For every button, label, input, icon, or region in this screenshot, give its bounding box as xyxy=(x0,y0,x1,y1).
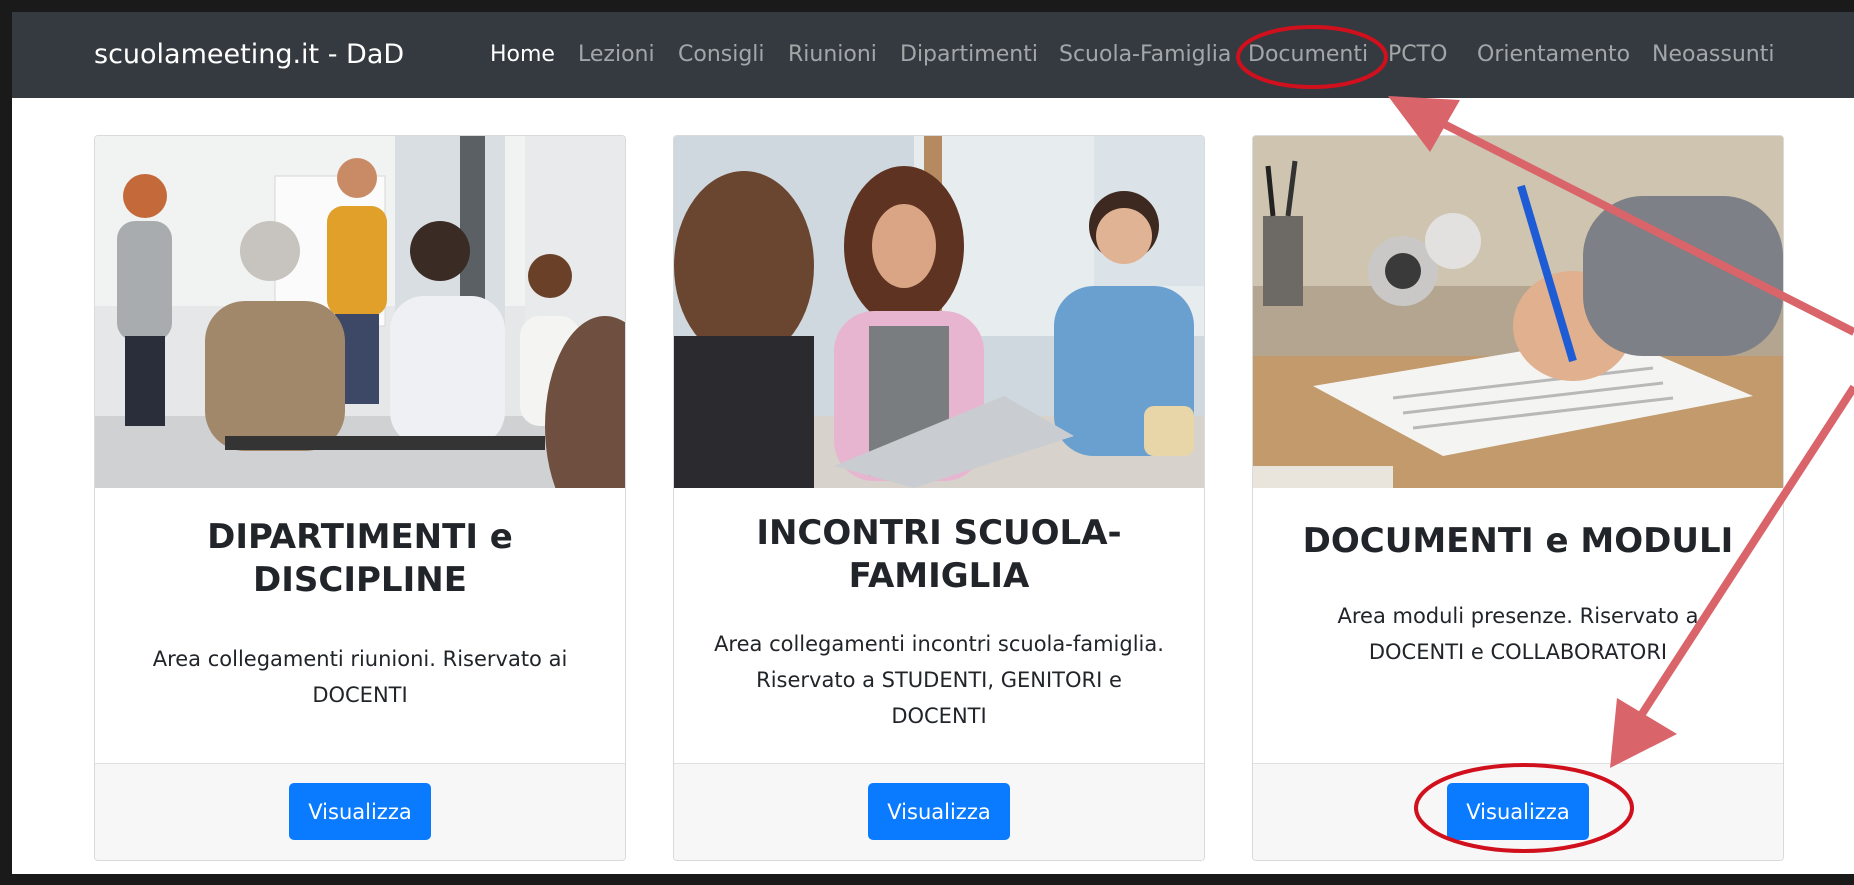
card-footer: Visualizza xyxy=(674,763,1204,860)
browser-page: scuolameeting.it - DaD Home Lezioni Cons… xyxy=(12,12,1854,874)
card-documenti: DOCUMENTI e MODULI Area moduli presenze.… xyxy=(1252,135,1784,861)
card-dipartimenti: DIPARTIMENTI e DISCIPLINE Area collegame… xyxy=(94,135,626,861)
nav-orientamento[interactable]: Orientamento xyxy=(1477,42,1630,68)
card-text: Area moduli presenze. Riservato a DOCENT… xyxy=(1337,604,1699,664)
nav-scuola-famiglia[interactable]: Scuola-Famiglia xyxy=(1059,42,1231,68)
nav-dipartimenti[interactable]: Dipartimenti xyxy=(900,42,1038,68)
nav-lezioni[interactable]: Lezioni xyxy=(578,42,655,68)
card-text: Area collegamenti incontri scuola-famigl… xyxy=(714,632,1164,728)
card-footer: Visualizza xyxy=(95,763,625,860)
site-brand[interactable]: scuolameeting.it - DaD xyxy=(94,40,404,70)
card-title: DIPARTIMENTI e DISCIPLINE xyxy=(207,517,513,600)
card-scuola-famiglia: INCONTRI SCUOLA- FAMIGLIA Area collegame… xyxy=(673,135,1205,861)
card-image-meeting xyxy=(95,136,625,488)
card-image-family xyxy=(674,136,1204,488)
nav-home[interactable]: Home xyxy=(490,42,555,68)
nav-pcto[interactable]: PCTO xyxy=(1388,42,1447,68)
card-image-documents xyxy=(1253,136,1783,488)
visualizza-button[interactable]: Visualizza xyxy=(868,783,1010,840)
nav-neoassunti[interactable]: Neoassunti xyxy=(1652,42,1774,68)
card-title: INCONTRI SCUOLA- FAMIGLIA xyxy=(756,513,1122,596)
nav-documenti[interactable]: Documenti xyxy=(1248,42,1368,68)
card-title: DOCUMENTI e MODULI xyxy=(1302,521,1734,561)
nav-riunioni[interactable]: Riunioni xyxy=(788,42,877,68)
top-navbar: scuolameeting.it - DaD Home Lezioni Cons… xyxy=(12,12,1854,98)
card-footer: Visualizza xyxy=(1253,763,1783,860)
visualizza-button[interactable]: Visualizza xyxy=(1447,783,1589,840)
visualizza-button[interactable]: Visualizza xyxy=(289,783,431,840)
card-text: Area collegamenti riunioni. Riservato ai… xyxy=(152,647,568,707)
nav-consigli[interactable]: Consigli xyxy=(678,42,765,68)
